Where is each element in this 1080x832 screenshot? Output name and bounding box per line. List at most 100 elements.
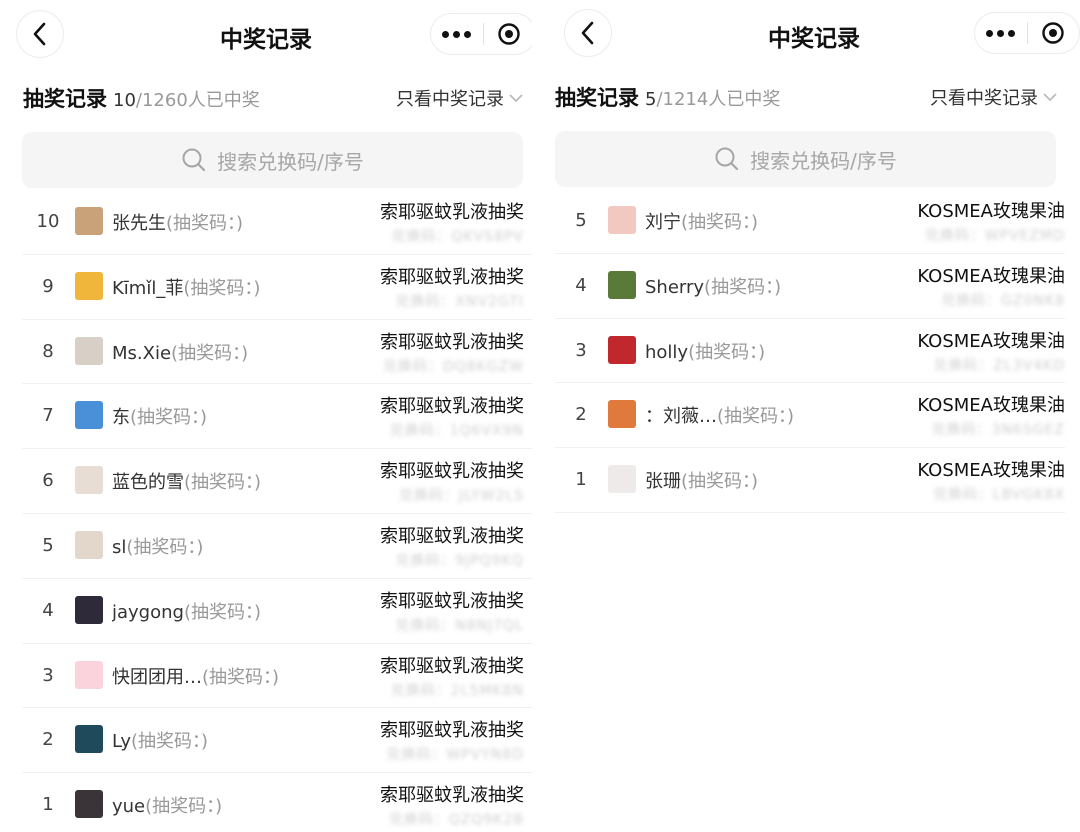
search-box[interactable]: 搜索兑换码/序号	[555, 131, 1056, 187]
lottery-code-label: (抽奖码：)	[166, 213, 244, 234]
record-row[interactable]: 4 jaygong(抽奖码：) 索耶驱蚊乳液抽奖 兑换码：N8NJ7QL	[22, 579, 532, 644]
nav-bar: 中奖记录	[0, 0, 532, 66]
filter-label: 只看中奖记录	[930, 88, 1038, 109]
lottery-code-label: (抽奖码：)	[145, 796, 223, 818]
winner-name: ：刘薇…(抽奖码：)	[645, 402, 794, 428]
redeem-code: 兑换码：XNV2GTI	[395, 293, 524, 310]
search-placeholder: 搜索兑换码/序号	[750, 148, 897, 173]
record-row[interactable]: 5 刘宁(抽奖码：) KOSMEA玫瑰果油 兑换码：WPVEZMD	[555, 189, 1065, 254]
record-row[interactable]: 1 张珊(抽奖码：) KOSMEA玫瑰果油 兑换码：LBVGK8X	[555, 448, 1065, 513]
record-row[interactable]: 3 快团团用…(抽奖码：) 索耶驱蚊乳液抽奖 兑换码：2L5MK8N	[22, 644, 532, 709]
avatar	[75, 790, 103, 819]
record-row[interactable]: 7 东(抽奖码：) 索耶驱蚊乳液抽奖 兑换码：1Q6VX9N	[22, 384, 532, 450]
row-index: 10	[36, 211, 60, 232]
winner-nickname: Kīmǐl_菲	[112, 277, 184, 299]
avatar	[75, 725, 103, 754]
record-row[interactable]: 5 sl(抽奖码：) 索耶驱蚊乳液抽奖 兑换码：9JPQ9KQ	[22, 514, 532, 579]
more-dots-icon	[453, 30, 461, 38]
record-list: 10 张先生(抽奖码：) 索耶驱蚊乳液抽奖 兑换码：QKVS8PV 9 Kīmǐl_菲(抽…	[22, 190, 532, 832]
redeem-code: 兑换码：JLYW2LS	[398, 488, 524, 505]
winner-nickname: Ly	[112, 731, 132, 753]
redeem-code: 兑换码：GZ0NK8	[941, 292, 1065, 309]
lottery-code-label: (抽奖码：)	[171, 342, 249, 364]
prize-name: KOSMEA玫瑰果油	[917, 201, 1065, 222]
capsule-menu	[430, 13, 532, 55]
record-row[interactable]: 4 Sherry(抽奖码：) KOSMEA玫瑰果油 兑换码：GZ0NK8	[555, 254, 1065, 319]
filter-dropdown[interactable]: 只看中奖记录	[396, 85, 524, 111]
winner-name: Ms.Xie(抽奖码：)	[112, 339, 248, 365]
winner-nickname: 张先生	[112, 213, 166, 234]
winner-nickname: 快团团用…	[112, 666, 202, 688]
lottery-code-label: (抽奖码：)	[131, 731, 209, 753]
summary-title: 抽奖记录	[555, 86, 639, 110]
chevron-down-icon	[1043, 93, 1057, 102]
summary-stats: 抽奖记录 10 /1260人已中奖	[23, 83, 260, 113]
row-index: 4	[575, 274, 587, 296]
lottery-code-label: (抽奖码：)	[184, 472, 262, 494]
record-row[interactable]: 1 yue(抽奖码：) 索耶驱蚊乳液抽奖 兑换码：QZQ9K2B	[22, 773, 532, 832]
winner-nickname: 刘宁	[645, 212, 681, 233]
search-placeholder: 搜索兑换码/序号	[217, 149, 364, 174]
winner-name: Kīmǐl_菲(抽奖码：)	[112, 274, 260, 300]
redeem-code: 兑换码：3N6SGEZ	[931, 422, 1065, 439]
winner-nickname: 张珊	[645, 471, 681, 493]
winner-name: yue(抽奖码：)	[112, 792, 222, 818]
capsule-menu	[974, 12, 1080, 54]
filter-dropdown[interactable]: 只看中奖记录	[930, 84, 1058, 110]
avatar	[75, 401, 103, 430]
avatar	[608, 335, 636, 364]
lottery-code-label: (抽奖码：)	[183, 601, 262, 623]
left-panel: 中奖记录 抽奖记录 10 /1260人已中奖 只看中奖记录 搜索兑换码/序号 1…	[0, 0, 532, 832]
row-index: 7	[42, 405, 54, 427]
close-miniprogram-button[interactable]	[1027, 13, 1079, 53]
filter-label: 只看中奖记录	[396, 89, 504, 110]
redeem-code: 兑换码：DQ8KGZW	[382, 358, 524, 375]
avatar	[75, 271, 103, 300]
lottery-code-label: (抽奖码：)	[717, 406, 795, 428]
record-row[interactable]: 10 张先生(抽奖码：) 索耶驱蚊乳液抽奖兑换码：QKVS8PV	[22, 190, 532, 255]
redeem-code: 兑换码：2L5MK8N	[390, 682, 524, 699]
redeem-code: 兑换码：WPVYN8D	[386, 747, 524, 764]
record-row[interactable]: 3 holly(抽奖码：) KOSMEA玫瑰果油 兑换码：ZL3V4KD	[555, 319, 1065, 384]
search-box[interactable]: 搜索兑换码/序号	[22, 132, 523, 188]
record-row[interactable]: 8 Ms.Xie(抽奖码：) 索耶驱蚊乳液抽奖 兑换码：DQ8KGZW	[22, 320, 532, 385]
prize-name: 索耶驱蚊乳液抽奖	[380, 461, 524, 483]
winner-total: /1260人已中奖	[135, 90, 260, 111]
avatar	[75, 336, 103, 365]
prize-name: KOSMEA玫瑰果油	[917, 460, 1065, 482]
more-button[interactable]	[975, 13, 1027, 53]
lottery-code-label: (抽奖码：)	[681, 471, 759, 493]
redeem-code: 兑换码：9JPQ9KQ	[395, 552, 524, 569]
record-row[interactable]: 2 Ly(抽奖码：) 索耶驱蚊乳液抽奖 兑换码：WPVYN8D	[22, 708, 532, 774]
prize-name: 索耶驱蚊乳液抽奖	[380, 785, 524, 807]
prize-name: 索耶驱蚊乳液抽奖	[380, 202, 524, 223]
more-button[interactable]	[431, 14, 483, 54]
redeem-code: 兑换码：1Q6VX9N	[389, 423, 524, 440]
summary-title: 抽奖记录	[23, 87, 107, 111]
redeem-code: 兑换码：ZL3V4KD	[933, 357, 1065, 374]
summary-bar: 抽奖记录 5 /1214人已中奖 只看中奖记录	[548, 66, 1080, 126]
redeem-code: 兑换码：QZQ9K2B	[388, 812, 524, 829]
avatar	[608, 270, 636, 299]
lottery-code-label: (抽奖码：)	[704, 276, 782, 298]
target-icon	[498, 23, 520, 45]
winner-nickname: Ms.Xie	[112, 342, 172, 364]
more-dots-icon	[1008, 29, 1016, 37]
close-miniprogram-button[interactable]	[483, 14, 532, 54]
redeem-code: 兑换码：LBVGK8X	[932, 487, 1065, 504]
prize-name: 索耶驱蚊乳液抽奖	[380, 266, 524, 288]
avatar	[75, 595, 103, 624]
winner-count: 5	[645, 89, 657, 110]
lottery-code-label: (抽奖码：)	[688, 341, 766, 363]
prize-name: 索耶驱蚊乳液抽奖	[380, 720, 524, 742]
record-row[interactable]: 6 蓝色的雪(抽奖码：) 索耶驱蚊乳液抽奖 兑换码：JLYW2LS	[22, 449, 532, 514]
record-row[interactable]: 2 ：刘薇…(抽奖码：) KOSMEA玫瑰果油 兑换码：3N6SGEZ	[555, 383, 1065, 449]
prize-name: 索耶驱蚊乳液抽奖	[380, 590, 524, 612]
redeem-code: 兑换码：QKVS8PV	[391, 229, 524, 245]
winner-name: 张珊(抽奖码：)	[645, 467, 758, 493]
record-row[interactable]: 9 Kīmǐl_菲(抽奖码：) 索耶驱蚊乳液抽奖 兑换码：XNV2GTI	[22, 255, 532, 320]
winner-name: sl(抽奖码：)	[112, 533, 203, 559]
prize-name: 索耶驱蚊乳液抽奖	[380, 655, 524, 677]
avatar	[75, 207, 103, 235]
winner-nickname: 蓝色的雪	[112, 472, 184, 494]
